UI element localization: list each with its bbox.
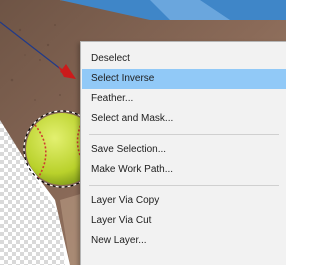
menu-item-deselect[interactable]: Deselect	[82, 49, 286, 69]
menu-item-feather[interactable]: Feather...	[82, 89, 286, 109]
photoshop-canvas: Deselect Select Inverse Feather... Selec…	[0, 0, 286, 265]
context-menu: Deselect Select Inverse Feather... Selec…	[80, 41, 286, 265]
menu-item-make-work-path[interactable]: Make Work Path...	[82, 160, 286, 180]
menu-separator	[89, 134, 279, 135]
menu-item-select-inverse[interactable]: Select Inverse	[82, 69, 286, 89]
menu-item-layer-via-copy[interactable]: Layer Via Copy	[82, 191, 286, 211]
menu-item-layer-via-cut[interactable]: Layer Via Cut	[82, 211, 286, 231]
menu-item-save-selection[interactable]: Save Selection...	[82, 140, 286, 160]
menu-item-select-and-mask[interactable]: Select and Mask...	[82, 109, 286, 129]
menu-separator	[89, 185, 279, 186]
menu-item-new-layer[interactable]: New Layer...	[82, 231, 286, 251]
